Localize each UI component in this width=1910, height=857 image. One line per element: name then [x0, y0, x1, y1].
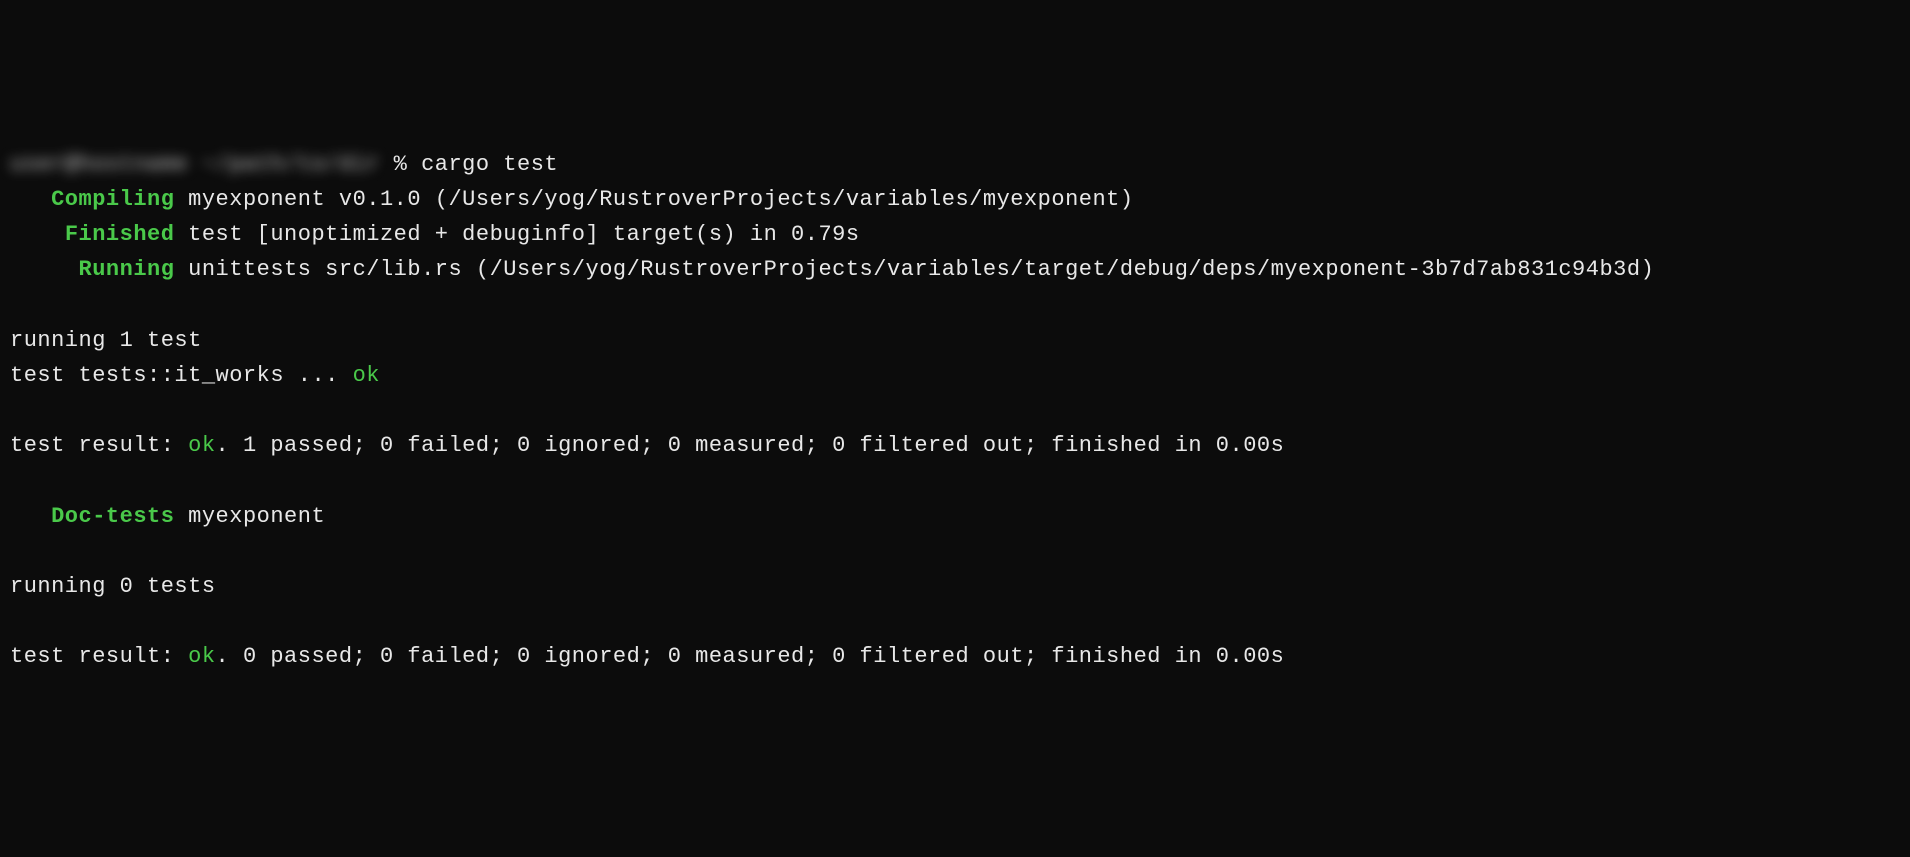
test-result-prefix-1: test result: — [10, 433, 188, 458]
test-result-suffix-2: . 0 passed; 0 failed; 0 ignored; 0 measu… — [216, 644, 1285, 669]
doctests-text: myexponent — [174, 504, 325, 529]
test-result-ok-2: ok — [188, 644, 215, 669]
blank-line-5 — [10, 604, 1900, 639]
test-line-1: test tests::it_works ... ok — [10, 358, 1900, 393]
test-status-ok: ok — [353, 363, 380, 388]
running-label: Running — [79, 257, 175, 282]
finished-line: Finished test [unoptimized + debuginfo] … — [10, 217, 1900, 252]
command-text: cargo test — [421, 152, 558, 177]
finished-label: Finished — [65, 222, 175, 247]
test-result-1: test result: ok. 1 passed; 0 failed; 0 i… — [10, 428, 1900, 463]
blank-line-3 — [10, 463, 1900, 498]
prompt-line: user@hostname ~/path/to/dir % cargo test — [10, 147, 1900, 182]
prompt-separator: % — [380, 152, 421, 177]
test-result-suffix-1: . 1 passed; 0 failed; 0 ignored; 0 measu… — [216, 433, 1285, 458]
test-result-prefix-2: test result: — [10, 644, 188, 669]
terminal-output[interactable]: user@hostname ~/path/to/dir % cargo test… — [10, 147, 1900, 675]
doctests-label: Doc-tests — [51, 504, 174, 529]
running-tests-2: running 0 tests — [10, 569, 1900, 604]
blank-line-1 — [10, 288, 1900, 323]
blank-line-4 — [10, 534, 1900, 569]
compiling-text: myexponent v0.1.0 (/Users/yog/RustroverP… — [174, 187, 1133, 212]
running-text: unittests src/lib.rs (/Users/yog/Rustrov… — [174, 257, 1654, 282]
prompt-prefix-blurred: user@hostname ~/path/to/dir — [10, 147, 380, 182]
finished-text: test [unoptimized + debuginfo] target(s)… — [174, 222, 859, 247]
doctests-line: Doc-tests myexponent — [10, 499, 1900, 534]
compiling-label: Compiling — [51, 187, 174, 212]
blank-line-2 — [10, 393, 1900, 428]
test-result-2: test result: ok. 0 passed; 0 failed; 0 i… — [10, 639, 1900, 674]
test-line-prefix: test tests::it_works ... — [10, 363, 353, 388]
running-line: Running unittests src/lib.rs (/Users/yog… — [10, 252, 1900, 287]
test-result-ok-1: ok — [188, 433, 215, 458]
running-tests-1: running 1 test — [10, 323, 1900, 358]
compiling-line: Compiling myexponent v0.1.0 (/Users/yog/… — [10, 182, 1900, 217]
